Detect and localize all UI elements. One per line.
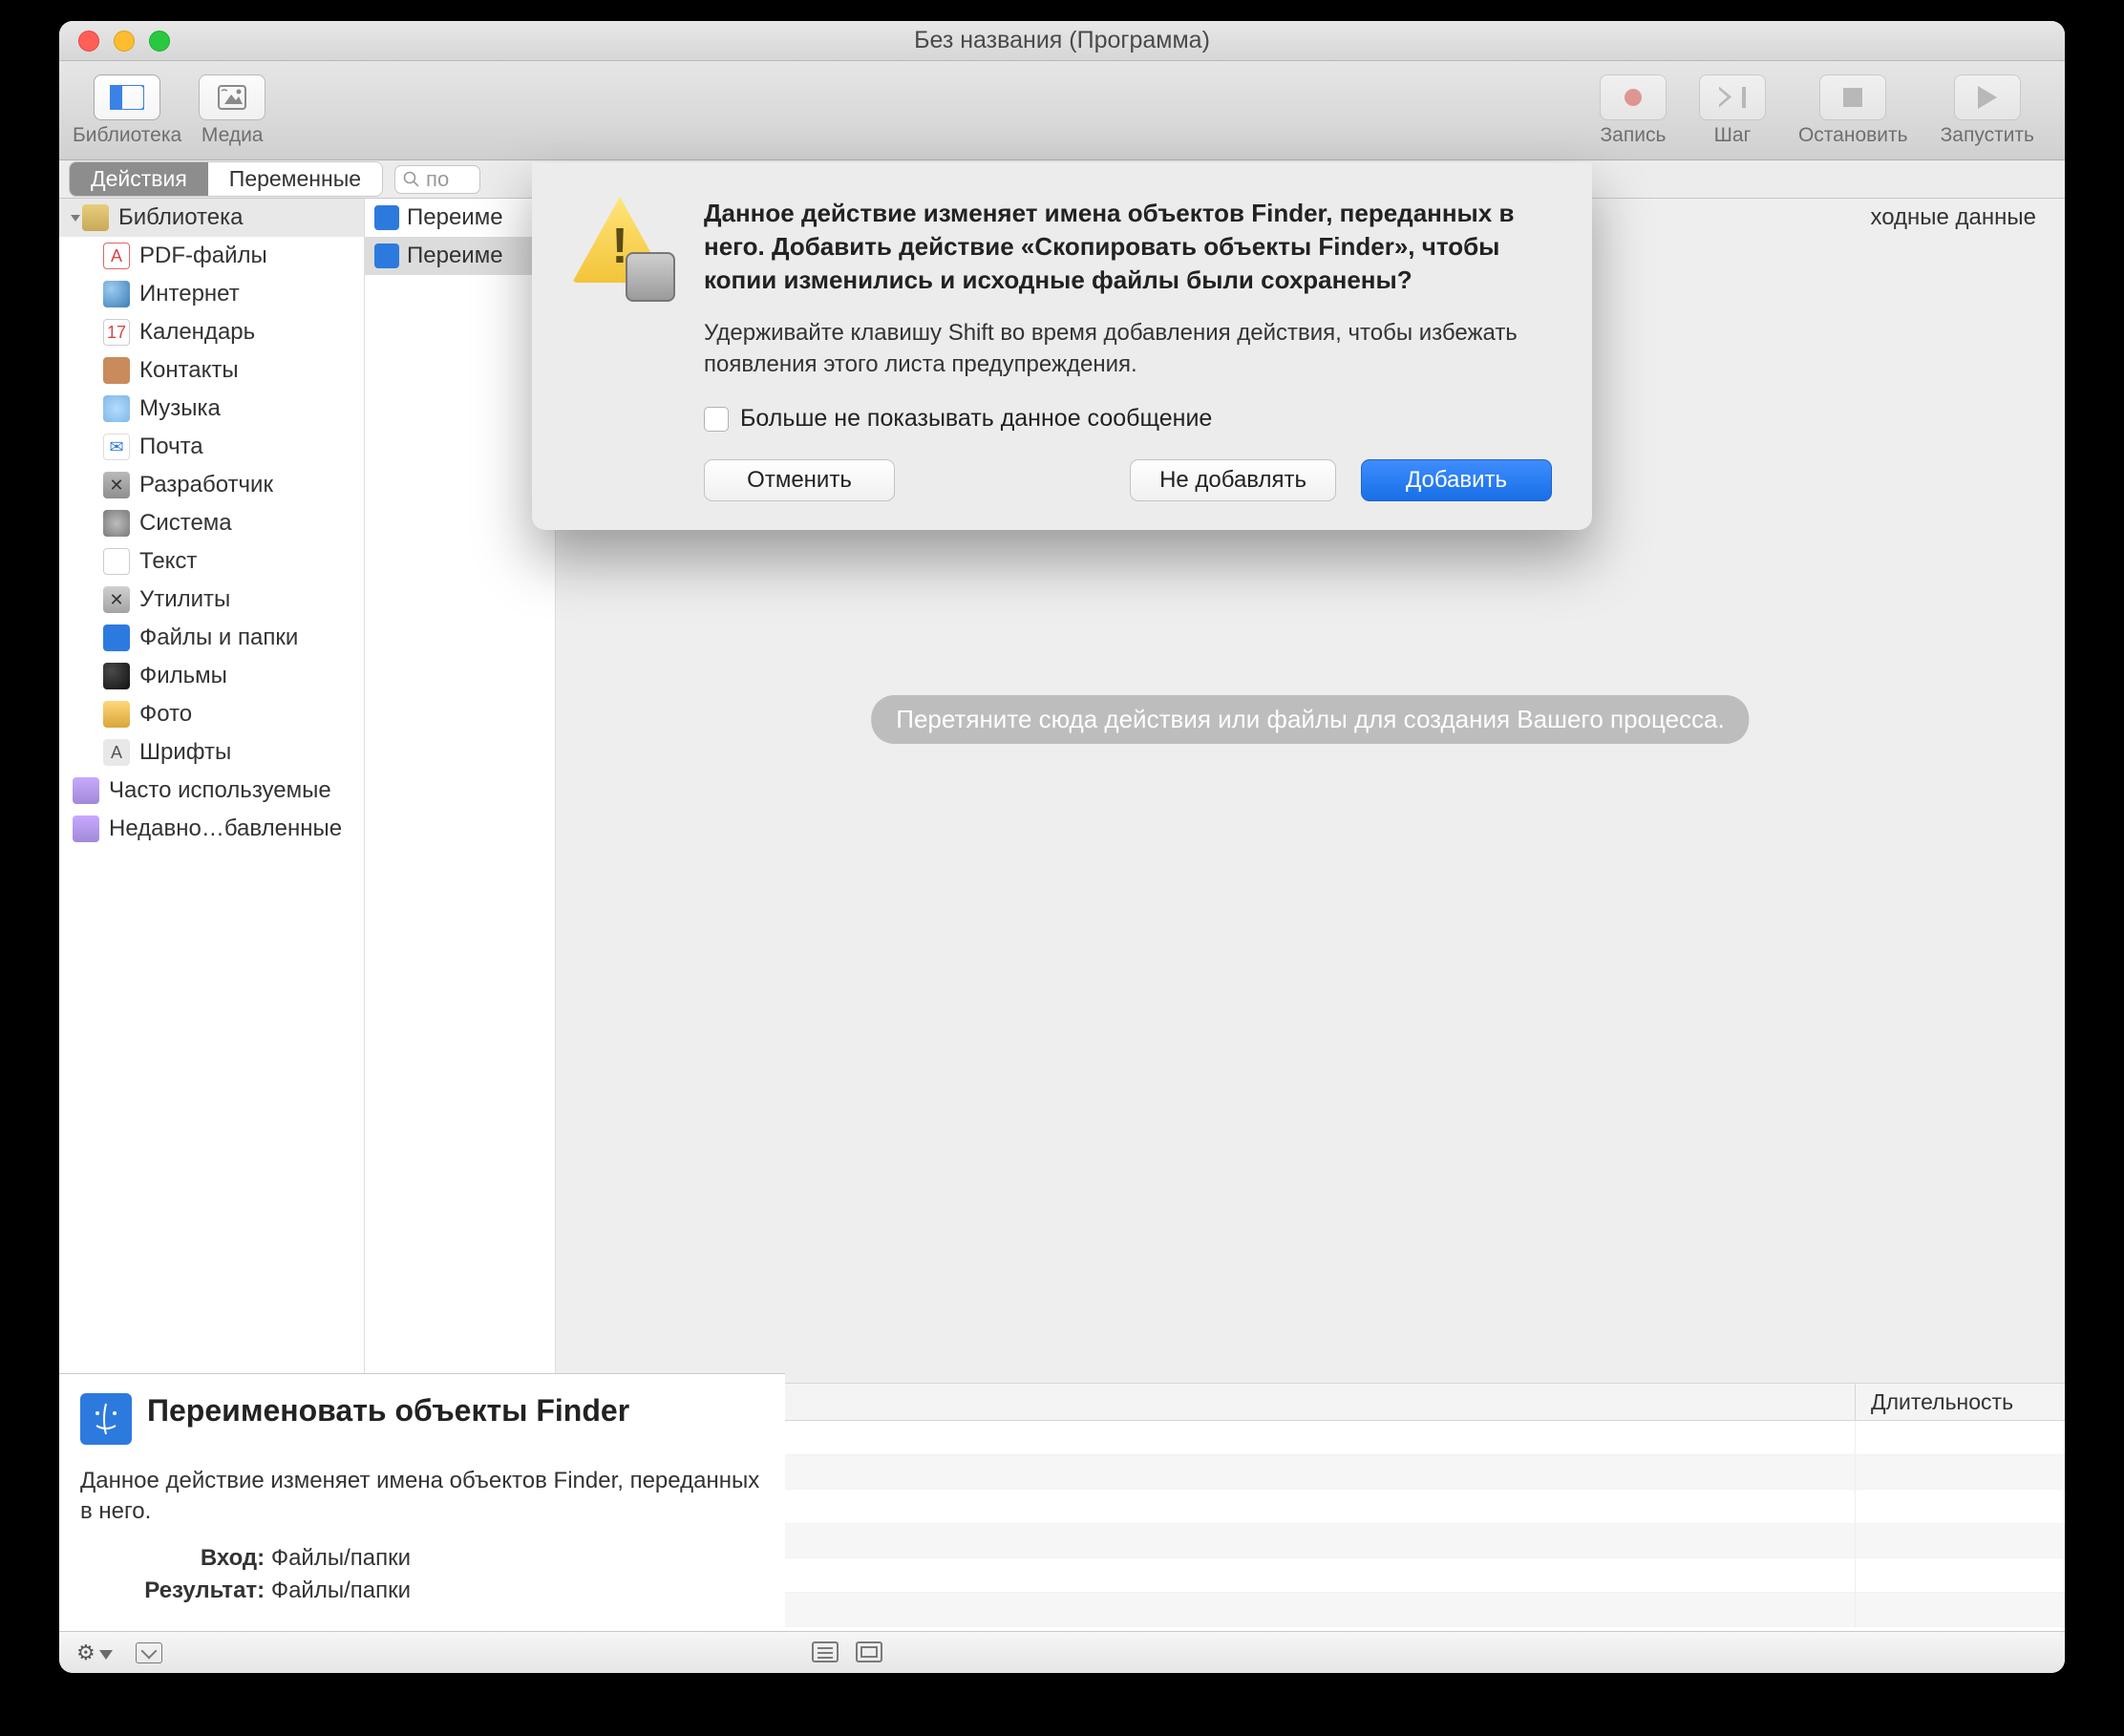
globe-icon: [103, 281, 130, 307]
disclosure-triangle-icon: [69, 211, 82, 224]
sidebar-smart-frequent[interactable]: Часто используемые: [59, 772, 364, 810]
wrench-icon: ✕: [103, 586, 130, 613]
photos-icon: [103, 701, 130, 728]
toggle-info-panel-button[interactable]: [136, 1642, 162, 1663]
hammer-icon: ✕: [103, 472, 130, 498]
pdf-icon: A: [103, 243, 130, 269]
sidebar-item-text[interactable]: Текст: [59, 542, 364, 581]
action-list-item[interactable]: Переиме: [365, 199, 555, 237]
sidebar-root-label: Библиотека: [118, 204, 244, 231]
sidebar-item-files[interactable]: Файлы и папки: [59, 619, 364, 657]
workflow-input-label: ходные данные: [1870, 204, 2036, 231]
tab-actions[interactable]: Действия: [70, 162, 208, 196]
quicktime-icon: [103, 663, 130, 689]
tab-variables[interactable]: Переменные: [208, 162, 382, 196]
sidebar-item-utilities[interactable]: ✕Утилиты: [59, 581, 364, 619]
sheet-subtext: Удерживайте клавишу Shift во время добав…: [704, 318, 1552, 380]
run-button[interactable]: [1954, 74, 2021, 120]
sidebar-item-internet[interactable]: Интернет: [59, 275, 364, 313]
sheet-checkbox-label: Больше не показывать данное сообщение: [740, 405, 1212, 433]
sidebar-root-library[interactable]: Библиотека: [59, 199, 364, 237]
toggle-media-button[interactable]: [199, 74, 266, 120]
stop-label: Остановить: [1798, 124, 1908, 147]
chevron-down-icon: [99, 1650, 113, 1660]
search-input[interactable]: по: [394, 165, 480, 194]
play-icon: [1978, 86, 1997, 109]
toolbar: Библиотека Медиа Запись Шаг Остановить: [59, 61, 2065, 160]
info-result-label: Результат:: [144, 1577, 265, 1603]
stop-icon: [1843, 88, 1862, 107]
toolbar-library-group: Библиотека: [73, 74, 181, 147]
search-placeholder: по: [426, 167, 449, 192]
sidebar-item-movies[interactable]: Фильмы: [59, 657, 364, 695]
sidebar-item-developer[interactable]: ✕Разработчик: [59, 466, 364, 504]
font-icon: A: [103, 739, 130, 766]
mail-icon: ✉: [103, 434, 130, 460]
sidebar-item-system[interactable]: Система: [59, 504, 364, 542]
contacts-icon: [103, 357, 130, 384]
confirmation-sheet: ! Данное действие изменяет имена объекто…: [532, 162, 1592, 530]
calendar-icon: 17: [103, 319, 130, 346]
toolbar-media-label: Медиа: [202, 124, 264, 147]
smart-folder-icon: [73, 815, 99, 842]
titlebar: Без названия (Программа): [59, 21, 2065, 61]
sidebar-smart-recent[interactable]: Недавно…бавленные: [59, 810, 364, 848]
sheet-heading: Данное действие изменяет имена объектов …: [704, 197, 1552, 297]
stop-button[interactable]: [1819, 74, 1886, 120]
log-header-duration[interactable]: Длительность: [1855, 1384, 2065, 1420]
sidebar-item-photos[interactable]: Фото: [59, 695, 364, 733]
sheet-suppress-checkbox[interactable]: Больше не показывать данное сообщение: [704, 405, 1552, 433]
canvas-drop-hint: Перетяните сюда действия или файлы для с…: [871, 695, 1749, 744]
info-result-value: Файлы/папки: [271, 1577, 411, 1603]
cancel-button[interactable]: Отменить: [704, 459, 895, 501]
library-icon: [82, 204, 109, 231]
run-label: Запустить: [1941, 124, 2034, 147]
library-tab-segment: Действия Переменные: [69, 161, 383, 197]
window-title: Без названия (Программа): [59, 27, 2065, 54]
step-icon: [1719, 87, 1740, 108]
info-description: Данное действие изменяет имена объектов …: [80, 1466, 764, 1528]
text-icon: [103, 548, 130, 575]
step-label: Шаг: [1714, 124, 1752, 147]
music-icon: [103, 395, 130, 422]
sidebar-item-music[interactable]: Музыка: [59, 390, 364, 428]
toolbar-media-group: Медиа: [199, 74, 266, 147]
sidebar-item-fonts[interactable]: AШрифты: [59, 733, 364, 772]
gear-icon: ⚙: [76, 1641, 96, 1664]
log-view-button[interactable]: [812, 1641, 839, 1662]
record-button[interactable]: [1600, 74, 1667, 120]
finder-icon: [374, 243, 399, 268]
record-label: Запись: [1601, 124, 1667, 147]
dont-add-button[interactable]: Не добавлять: [1130, 459, 1336, 501]
action-info-panel: Переименовать объекты Finder Данное дейс…: [59, 1373, 785, 1631]
alert-icon: !: [572, 197, 677, 433]
step-button[interactable]: [1699, 74, 1766, 120]
sidebar-item-contacts[interactable]: Контакты: [59, 351, 364, 390]
action-list-item[interactable]: Переиме: [365, 237, 555, 275]
toggle-library-button[interactable]: [94, 74, 160, 120]
smart-folder-icon: [73, 777, 99, 804]
sidebar-item-mail[interactable]: ✉Почта: [59, 428, 364, 466]
add-button[interactable]: Добавить: [1361, 459, 1552, 501]
finder-icon: [374, 205, 399, 230]
search-icon: [403, 171, 420, 188]
view-mode-buttons: [795, 1631, 882, 1673]
checkbox-icon: [704, 407, 729, 432]
toolbar-library-label: Библиотека: [73, 124, 181, 147]
info-input-label: Вход:: [201, 1545, 265, 1571]
gear-icon: [103, 510, 130, 537]
variables-view-button[interactable]: [856, 1641, 882, 1662]
info-title: Переименовать объекты Finder: [147, 1393, 629, 1429]
sidebar-item-calendar[interactable]: 17Календарь: [59, 313, 364, 351]
sidebar-item-pdf[interactable]: APDF-файлы: [59, 237, 364, 275]
finder-icon: [103, 625, 130, 651]
toolbar-run-controls: Запись Шаг Остановить Запустить: [1600, 74, 2051, 147]
status-bar: ⚙: [59, 1631, 2065, 1673]
record-icon: [1625, 89, 1642, 106]
action-menu-button[interactable]: ⚙: [76, 1641, 117, 1665]
app-window: Без названия (Программа) Библиотека Меди…: [59, 21, 2065, 1673]
info-input-value: Файлы/папки: [271, 1545, 411, 1571]
automator-badge-icon: [626, 252, 675, 302]
finder-app-icon: [80, 1393, 132, 1445]
